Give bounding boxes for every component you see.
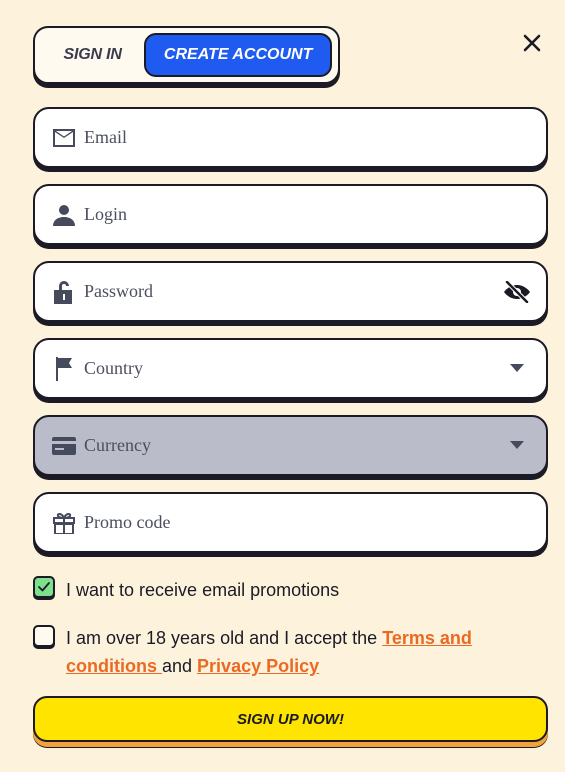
- eye-off-icon: [504, 280, 530, 303]
- login-input[interactable]: [84, 186, 546, 243]
- country-select[interactable]: Country: [33, 338, 548, 399]
- email-field[interactable]: [33, 107, 548, 168]
- chevron-down-icon: [503, 355, 531, 383]
- privacy-policy-link[interactable]: Privacy Policy: [197, 656, 319, 676]
- country-placeholder: Country: [84, 358, 144, 378]
- terms-checkbox[interactable]: [33, 625, 55, 647]
- promotions-checkbox[interactable]: [33, 576, 55, 598]
- gift-icon: [52, 511, 76, 535]
- email-input[interactable]: [84, 109, 546, 166]
- auth-tabs: SIGN IN CREATE ACCOUNT: [33, 26, 340, 84]
- close-icon: [523, 34, 541, 52]
- card-icon: [52, 434, 76, 458]
- close-button[interactable]: [519, 30, 545, 56]
- toggle-password-visibility[interactable]: [503, 278, 531, 306]
- tab-create-account[interactable]: CREATE ACCOUNT: [144, 33, 332, 77]
- promotions-consent: I want to receive email promotions: [33, 576, 339, 604]
- promotions-label: I want to receive email promotions: [66, 580, 340, 600]
- password-field[interactable]: [33, 261, 548, 322]
- promo-code-field[interactable]: [33, 492, 548, 553]
- terms-label: I am over 18 years old and I accept the …: [66, 624, 523, 680]
- terms-consent: I am over 18 years old and I accept the …: [33, 624, 523, 680]
- terms-text-mid: and: [162, 656, 198, 676]
- password-input[interactable]: [84, 263, 503, 320]
- currency-placeholder: Currency: [84, 435, 151, 455]
- sign-up-button[interactable]: SIGN UP NOW!: [33, 696, 548, 742]
- flag-icon: [52, 356, 76, 381]
- promo-code-input[interactable]: [84, 494, 546, 551]
- terms-text-before: I am over 18 years old and I accept the: [66, 628, 383, 648]
- chevron-down-icon: [503, 432, 531, 460]
- check-icon: [38, 582, 50, 592]
- user-icon: [52, 203, 76, 227]
- login-field[interactable]: [33, 184, 548, 245]
- tab-sign-in[interactable]: SIGN IN: [41, 33, 144, 77]
- currency-select[interactable]: Currency: [33, 415, 548, 476]
- lock-icon: [52, 280, 76, 304]
- envelope-icon: [52, 126, 76, 150]
